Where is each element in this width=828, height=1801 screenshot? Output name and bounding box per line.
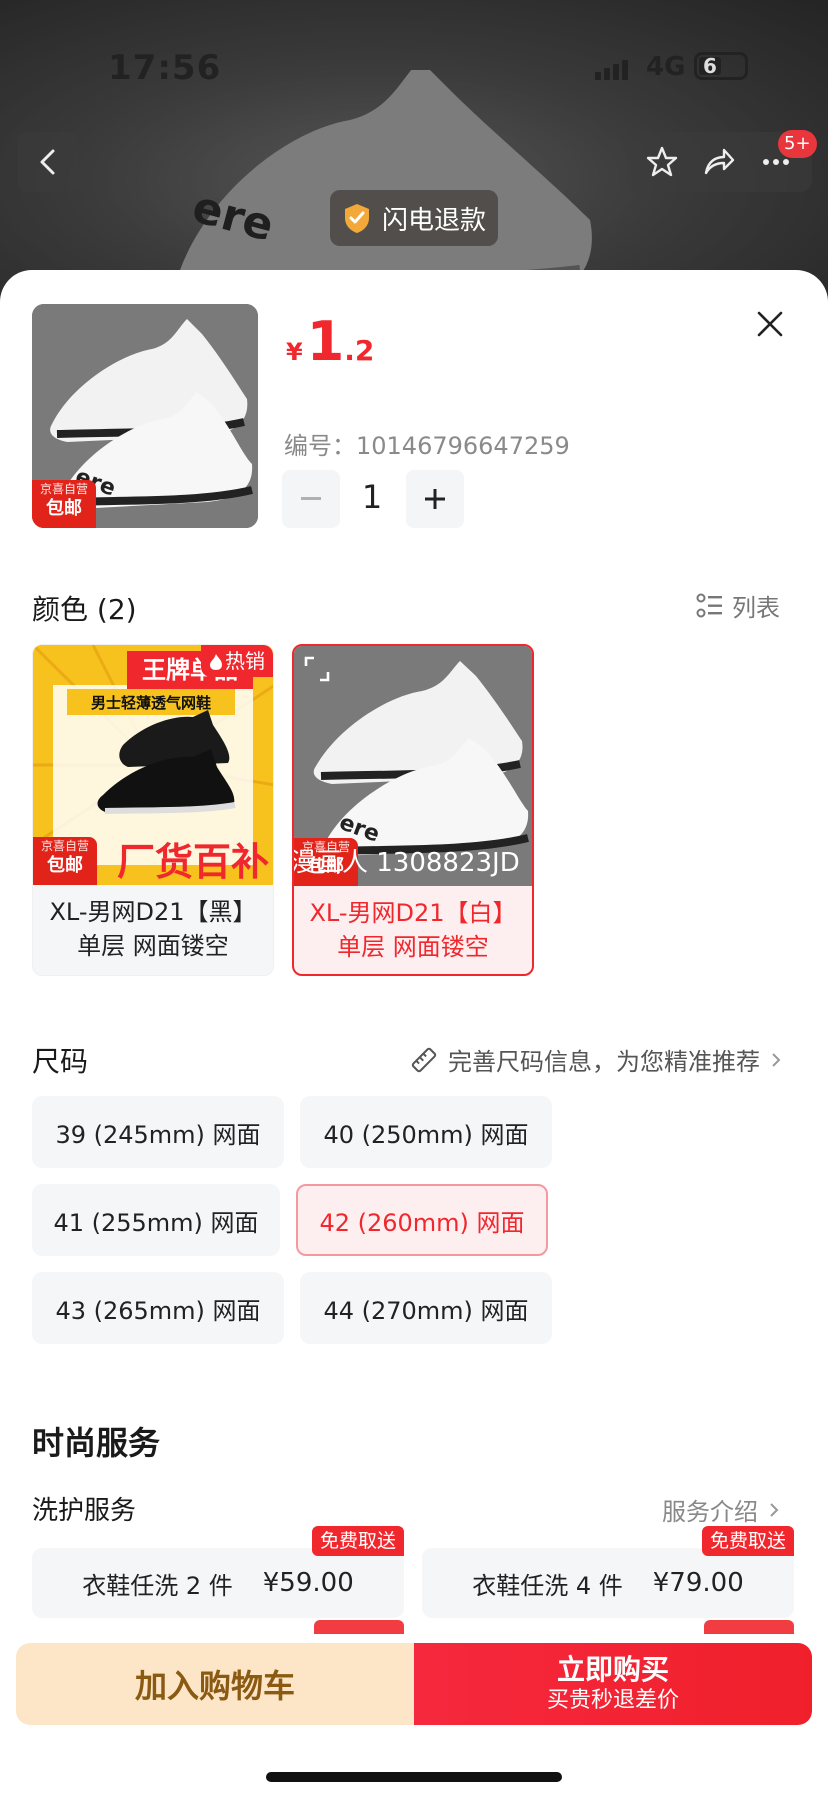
list-icon <box>696 593 722 617</box>
color-section-title: 颜色 (2) <box>32 593 137 626</box>
size-info-link[interactable]: 完善尺码信息，为您精准推荐 <box>410 1042 782 1077</box>
service-card-4-items[interactable]: 衣鞋任洗 4 件 ¥79.00 免费取送 <box>422 1526 794 1618</box>
free-pickup-tag: 免费取送 <box>701 1526 794 1556</box>
size-option-44[interactable]: 44 (270mm) 网面 <box>300 1272 552 1344</box>
color-option-image: 王牌单品 男士轻薄透气网鞋 厂货百补 京喜自营 包邮 <box>33 645 273 885</box>
color-option-label-line1: XL-男网D21【白】 <box>309 899 517 927</box>
size-option-41[interactable]: 41 (255mm) 网面 <box>32 1184 280 1256</box>
color-option-label-line1: XL-男网D21【黑】 <box>49 898 257 926</box>
badge-bottom-text: 包邮 <box>47 855 83 876</box>
battery-icon: 6 <box>694 52 748 80</box>
price-decimal: .2 <box>344 334 375 367</box>
color-option-label: XL-男网D21【白】 单层 网面镂空 <box>294 896 532 964</box>
add-to-cart-button[interactable]: 加入购物车 <box>16 1643 414 1725</box>
quantity-value[interactable]: 1 <box>352 478 392 516</box>
refund-pill: 闪电退款 <box>330 190 498 246</box>
buy-now-label: 立即购买 <box>556 1653 669 1686</box>
plus-icon <box>425 489 445 509</box>
home-indicator <box>266 1772 562 1782</box>
list-view-toggle[interactable]: 列表 <box>696 588 780 623</box>
image-watermark: 漫画人 1308823JD <box>294 848 520 878</box>
badge-bottom-text: 包邮 <box>46 498 82 519</box>
size-option-39[interactable]: 39 (245mm) 网面 <box>32 1096 284 1168</box>
sku-number: 编号：10146796647259 <box>284 432 570 460</box>
service-intro-link[interactable]: 服务介绍 <box>662 1492 780 1527</box>
refund-label: 闪电退款 <box>381 205 486 236</box>
color-option-image: ere 京喜自营 包邮 漫画人 1308823JD <box>294 646 532 886</box>
free-pickup-tag: 免费取送 <box>311 1526 404 1556</box>
service-subtitle: 洗护服务 <box>32 1496 137 1526</box>
quantity-decrease-button[interactable] <box>282 470 340 528</box>
service-card-2-items[interactable]: 衣鞋任洗 2 件 ¥59.00 免费取送 <box>32 1526 404 1618</box>
cart-count-badge: 5+ <box>778 130 817 158</box>
banner-sub-text: 男士轻薄透气网鞋 <box>91 694 211 712</box>
hot-tag-label: 热销 <box>225 649 265 673</box>
status-bar: 17:56 4G 6 <box>0 48 828 88</box>
jd-free-shipping-badge: 京喜自营 包邮 <box>33 837 97 885</box>
size-option-43[interactable]: 43 (265mm) 网面 <box>32 1272 284 1344</box>
badge-top-text: 京喜自营 <box>39 482 88 496</box>
product-price: ¥ 1 .2 <box>286 310 374 373</box>
hot-sale-tag: 热销 <box>201 645 273 677</box>
service-intro-label: 服务介绍 <box>662 1498 758 1526</box>
share-icon[interactable] <box>702 145 736 179</box>
quantity-increase-button[interactable] <box>406 470 464 528</box>
buy-now-sublabel: 买贵秒退差价 <box>546 1688 679 1713</box>
service-card-name: 衣鞋任洗 4 件 <box>472 1571 623 1600</box>
size-section-title: 尺码 <box>32 1045 89 1078</box>
color-option-label-line2: 单层 网面镂空 <box>337 933 489 961</box>
close-button[interactable] <box>750 304 790 344</box>
network-type: 4G <box>646 52 686 82</box>
signal-icon <box>595 60 628 80</box>
close-icon <box>757 311 783 337</box>
color-option-label: XL-男网D21【黑】 单层 网面镂空 <box>33 895 273 963</box>
status-time: 17:56 <box>108 48 222 88</box>
service-card-name: 衣鞋任洗 2 件 <box>82 1571 233 1600</box>
color-option-black[interactable]: 王牌单品 男士轻薄透气网鞋 厂货百补 京喜自营 包邮 热销 XL-男网D21【黑… <box>32 644 274 976</box>
banner-bottom-text: 厂货百补 <box>117 840 269 884</box>
size-option-42[interactable]: 42 (260mm) 网面 <box>296 1184 548 1256</box>
badge-top-text: 京喜自营 <box>40 839 89 853</box>
expand-icon[interactable] <box>304 656 330 682</box>
color-option-label-line2: 单层 网面镂空 <box>77 932 229 960</box>
bottom-action-bar: 加入购物车 立即购买 买贵秒退差价 <box>16 1643 812 1725</box>
next-row-tag-peek <box>704 1620 794 1634</box>
shield-check-icon <box>344 204 369 233</box>
chevron-right-icon <box>770 1502 779 1517</box>
service-card-price: ¥79.00 <box>652 1568 744 1598</box>
product-thumbnail[interactable]: ere 京喜自营 包邮 <box>32 304 258 528</box>
jd-free-shipping-badge: 京喜自营 包邮 <box>32 480 96 528</box>
price-integer: 1 <box>306 310 345 373</box>
chevron-left-icon <box>40 149 55 175</box>
back-button[interactable] <box>18 132 78 192</box>
fire-icon <box>210 654 222 670</box>
ruler-icon <box>411 1047 437 1072</box>
minus-icon <box>301 497 321 500</box>
battery-level: 6 <box>703 54 717 78</box>
list-toggle-label: 列表 <box>732 594 780 622</box>
buy-now-button[interactable]: 立即购买 买贵秒退差价 <box>414 1643 812 1725</box>
chevron-right-icon <box>772 1052 781 1067</box>
service-section-title: 时尚服务 <box>32 1424 161 1462</box>
size-hint-text: 完善尺码信息，为您精准推荐 <box>448 1048 760 1076</box>
color-option-white[interactable]: ere 京喜自营 包邮 漫画人 1308823JD XL-男网D21【白】 单层… <box>292 644 534 976</box>
sku-selector-sheet: ere 京喜自营 包邮 ¥ 1 .2 编号：10146796647259 1 颜… <box>0 270 828 1801</box>
star-icon[interactable] <box>645 145 679 179</box>
next-row-tag-peek <box>314 1620 404 1634</box>
size-option-40[interactable]: 40 (250mm) 网面 <box>300 1096 552 1168</box>
service-card-price: ¥59.00 <box>262 1568 354 1598</box>
price-currency: ¥ <box>286 338 303 366</box>
